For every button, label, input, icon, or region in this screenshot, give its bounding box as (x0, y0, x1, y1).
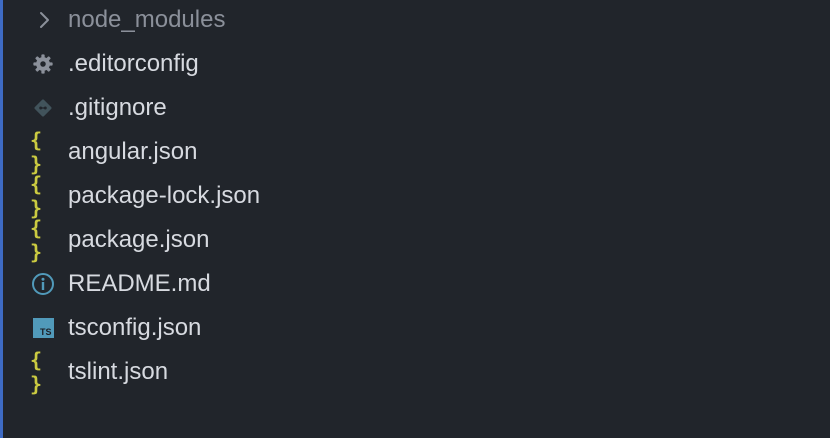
tree-item-label: README.md (68, 270, 211, 297)
file-explorer: node_modules .editorconfig .gitignore {… (0, 0, 830, 438)
tree-item-label: .gitignore (68, 94, 167, 121)
tree-item-tsconfig-json[interactable]: TS tsconfig.json (0, 306, 830, 350)
tree-item-label: angular.json (68, 138, 198, 165)
info-icon (30, 273, 56, 295)
json-braces-icon: { } (30, 172, 45, 220)
tree-item-label: .editorconfig (68, 50, 199, 77)
git-icon (30, 97, 56, 119)
tree-item-label: tslint.json (68, 358, 169, 385)
tree-item-angular-json[interactable]: { } angular.json (0, 128, 830, 176)
tree-item-label: package.json (68, 226, 210, 253)
tree-item-readme-md[interactable]: README.md (0, 262, 830, 306)
typescript-icon: TS (30, 317, 56, 339)
tree-item-tslint-json[interactable]: { } tslint.json (0, 348, 830, 396)
chevron-right-icon[interactable] (30, 9, 56, 31)
file-tree: node_modules .editorconfig .gitignore {… (0, 0, 830, 396)
tree-item-package-lock-json[interactable]: { } package-lock.json (0, 172, 830, 220)
tree-item-package-json[interactable]: { } package.json (0, 216, 830, 264)
tree-item-gitignore[interactable]: .gitignore (0, 86, 830, 130)
tree-item-label: package-lock.json (68, 182, 261, 209)
typescript-icon-text: TS (39, 327, 52, 337)
tree-item-editorconfig[interactable]: .editorconfig (0, 42, 830, 86)
json-braces-icon: { } (30, 128, 45, 176)
tree-item-node-modules[interactable]: node_modules (0, 0, 830, 42)
gear-icon (30, 53, 56, 75)
tree-item-label: node_modules (68, 6, 226, 33)
tree-item-label: tsconfig.json (68, 314, 202, 341)
json-braces-icon: { } (30, 216, 45, 264)
json-braces-icon: { } (30, 348, 45, 396)
